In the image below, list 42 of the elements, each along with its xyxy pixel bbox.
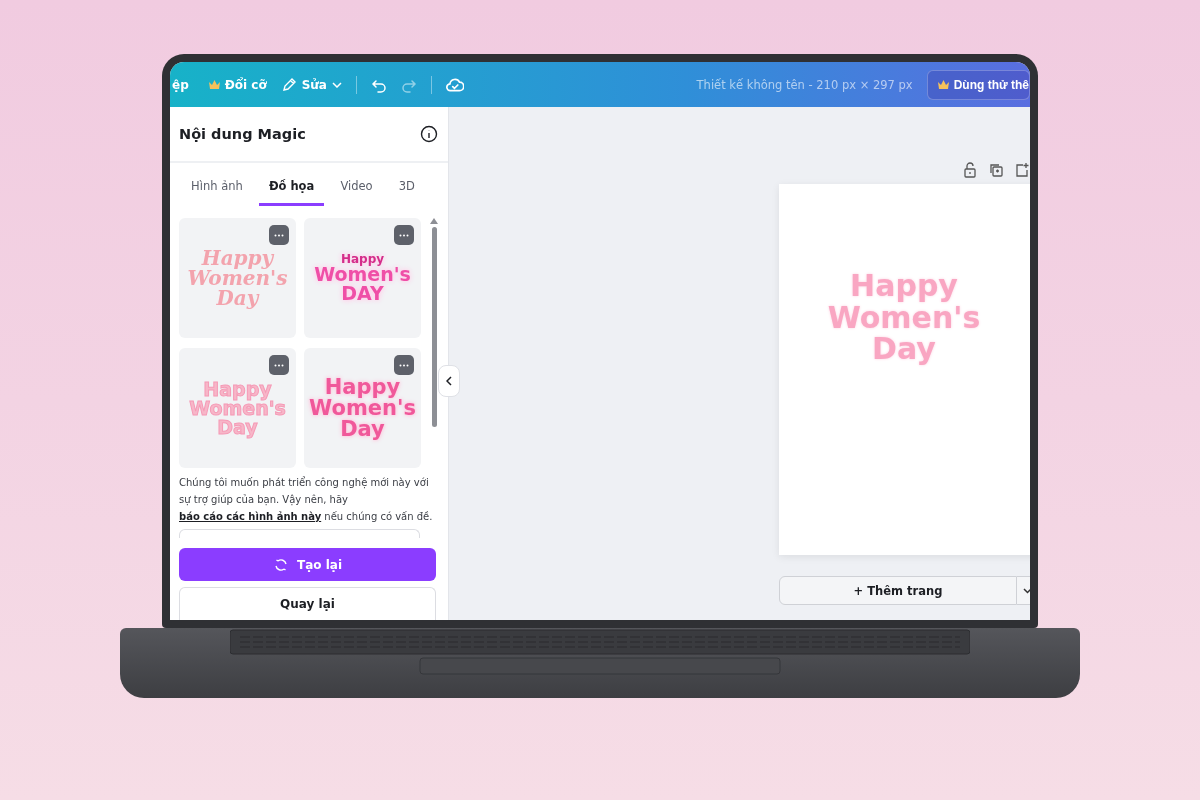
dots-icon bbox=[399, 233, 409, 237]
panel-title: Nội dung Magic bbox=[179, 126, 306, 142]
more-button[interactable] bbox=[394, 225, 414, 245]
tab[interactable]: 3D bbox=[388, 171, 425, 206]
document-title: Thiết kế không tên - 210 px × 297 px bbox=[696, 77, 913, 92]
collapse-handle[interactable] bbox=[438, 365, 460, 397]
trial-button[interactable]: Dùng thử thê bbox=[926, 69, 1030, 100]
regenerate-button[interactable]: Tạo lại bbox=[179, 548, 436, 581]
more-button[interactable] bbox=[394, 355, 414, 375]
more-button[interactable] bbox=[269, 355, 289, 375]
edit-button[interactable]: Sửa bbox=[280, 76, 342, 93]
graphic-text: Happy Women's DAY bbox=[314, 253, 411, 303]
caret-icon bbox=[1023, 587, 1030, 594]
resize-button[interactable]: Đổi cỡ bbox=[202, 77, 267, 92]
chevron-left-icon bbox=[446, 376, 452, 386]
tab[interactable]: Hình ảnh bbox=[181, 171, 253, 206]
graphic-tile[interactable]: Happy Women's DAY bbox=[304, 218, 421, 338]
more-button[interactable] bbox=[269, 225, 289, 245]
add-page-button[interactable]: + Thêm trang bbox=[779, 576, 1017, 605]
refresh-icon bbox=[273, 556, 289, 573]
graphic-tile[interactable]: Happy Women's Day bbox=[304, 348, 421, 468]
graphic-text: Happy Women's Day bbox=[187, 248, 288, 308]
crown-icon bbox=[937, 80, 949, 89]
report-link[interactable]: báo cáo các hình ảnh này bbox=[179, 511, 322, 522]
graphic-text: Happy Women's Day bbox=[309, 376, 416, 440]
dots-icon bbox=[274, 233, 284, 237]
dots-icon bbox=[399, 363, 409, 367]
add-page-icon[interactable] bbox=[1015, 162, 1029, 178]
scroll-up-icon[interactable] bbox=[430, 218, 438, 224]
back-button[interactable]: Quay lại bbox=[179, 587, 436, 620]
info-icon[interactable] bbox=[420, 125, 438, 143]
crown-icon bbox=[208, 80, 220, 89]
tab[interactable]: Video bbox=[330, 171, 383, 206]
graphic-text: Happy Women's Day bbox=[189, 379, 286, 437]
duplicate-icon[interactable] bbox=[989, 162, 1003, 178]
pencil-icon bbox=[280, 76, 297, 93]
dots-icon bbox=[274, 363, 284, 367]
menu-label[interactable]: ệp bbox=[172, 77, 189, 92]
tab[interactable]: Đồ họa bbox=[258, 171, 325, 206]
caret-icon bbox=[332, 81, 342, 88]
notice-text: Chúng tôi muốn phát triển công nghệ mới này với sự trợ giúp của bạn. Vậy nên, hãy báo cáo các hình ảnh này nếu chúng có vấn đề. bbox=[178, 475, 434, 524]
unlock-icon[interactable] bbox=[963, 162, 977, 178]
